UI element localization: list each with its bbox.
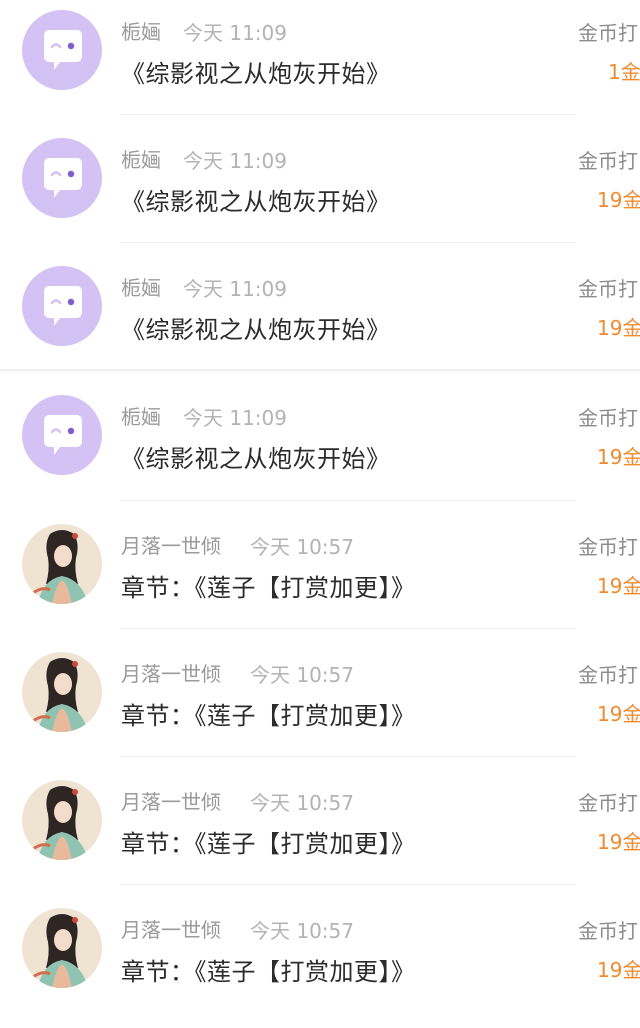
- list-item[interactable]: 月落一世倾 今天 10:57 章节：《莲子【打赏加更】》 金币打 19金: [0, 642, 640, 770]
- timestamp: 今天 10:57: [250, 791, 354, 815]
- timestamp: 今天 10:57: [250, 535, 354, 559]
- list-item[interactable]: 月落一世倾 今天 10:57 章节：《莲子【打赏加更】》 金币打 19金: [0, 514, 640, 642]
- reward-amount: 19金: [597, 574, 640, 598]
- sender-name: 栀婳: [121, 148, 161, 172]
- sender-name: 栀婳: [121, 20, 161, 44]
- sender-name: 月落一世倾: [121, 790, 221, 814]
- divider: [121, 242, 576, 243]
- reward-amount: 1金: [608, 60, 640, 84]
- book-title: 《综影视之从炮灰开始》: [121, 316, 391, 344]
- bubble-avatar-icon[interactable]: [22, 138, 102, 218]
- portrait-avatar[interactable]: [22, 908, 102, 988]
- reward-amount: 19金: [597, 702, 640, 726]
- timestamp: 今天 11:09: [183, 406, 287, 430]
- reward-label: 金币打: [578, 919, 638, 943]
- list-item[interactable]: 栀婳 今天 11:09 《综影视之从炮灰开始》 金币打 19金: [0, 256, 640, 384]
- timestamp: 今天 10:57: [250, 663, 354, 687]
- divider: [121, 628, 576, 629]
- sender-name: 栀婳: [121, 276, 161, 300]
- bubble-avatar-icon[interactable]: [22, 395, 102, 475]
- bubble-avatar-icon[interactable]: [22, 266, 102, 346]
- divider: [121, 884, 576, 885]
- book-title: 《综影视之从炮灰开始》: [121, 445, 391, 473]
- reward-amount: 19金: [597, 958, 640, 982]
- sender-name: 月落一世倾: [121, 662, 221, 686]
- section-divider: [0, 369, 640, 372]
- portrait-avatar[interactable]: [22, 780, 102, 860]
- list-item[interactable]: 栀婳 今天 11:09 《综影视之从炮灰开始》 金币打 19金: [0, 385, 640, 513]
- portrait-avatar[interactable]: [22, 652, 102, 732]
- reward-label: 金币打: [578, 535, 638, 559]
- portrait-avatar[interactable]: [22, 524, 102, 604]
- reward-label: 金币打: [578, 149, 638, 173]
- reward-amount: 19金: [597, 316, 640, 340]
- book-title: 《综影视之从炮灰开始》: [121, 188, 391, 216]
- timestamp: 今天 11:09: [183, 277, 287, 301]
- reward-amount: 19金: [597, 830, 640, 854]
- list-item[interactable]: 月落一世倾 今天 10:57 章节：《莲子【打赏加更】》 金币打 19金: [0, 770, 640, 898]
- sender-name: 月落一世倾: [121, 534, 221, 558]
- book-title: 《综影视之从炮灰开始》: [121, 60, 391, 88]
- timestamp: 今天 10:57: [250, 919, 354, 943]
- list-item[interactable]: 栀婳 今天 11:09 《综影视之从炮灰开始》 金币打 19金: [0, 128, 640, 256]
- reward-amount: 19金: [597, 445, 640, 469]
- list-item[interactable]: 月落一世倾 今天 10:57 章节：《莲子【打赏加更】》 金币打 19金: [0, 898, 640, 1026]
- sender-name: 月落一世倾: [121, 918, 221, 942]
- reward-label: 金币打: [578, 663, 638, 687]
- reward-label: 金币打: [578, 406, 638, 430]
- chapter-title: 章节：《莲子【打赏加更】》: [121, 574, 416, 602]
- bubble-avatar-icon[interactable]: [22, 10, 102, 90]
- chapter-title: 章节：《莲子【打赏加更】》: [121, 958, 416, 986]
- reward-label: 金币打: [578, 277, 638, 301]
- reward-record-list: 栀婳 今天 11:09 《综影视之从炮灰开始》 金币打 1金 栀婳 今天 11:…: [0, 0, 640, 1028]
- chapter-title: 章节：《莲子【打赏加更】》: [121, 830, 416, 858]
- list-item[interactable]: 栀婳 今天 11:09 《综影视之从炮灰开始》 金币打 1金: [0, 0, 640, 128]
- sender-name: 栀婳: [121, 405, 161, 429]
- timestamp: 今天 11:09: [183, 149, 287, 173]
- divider: [121, 114, 576, 115]
- divider: [121, 500, 576, 501]
- chapter-title: 章节：《莲子【打赏加更】》: [121, 702, 416, 730]
- reward-label: 金币打: [578, 791, 638, 815]
- divider: [121, 756, 576, 757]
- timestamp: 今天 11:09: [183, 21, 287, 45]
- reward-label: 金币打: [578, 21, 638, 45]
- reward-amount: 19金: [597, 188, 640, 212]
